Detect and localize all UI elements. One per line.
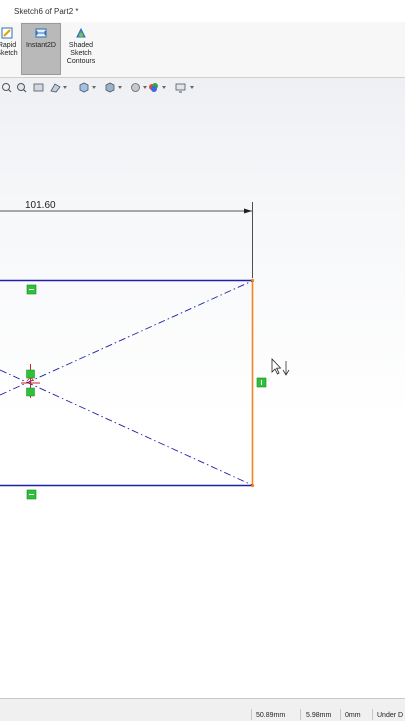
- previous-view-icon[interactable]: [33, 82, 44, 93]
- status-x-coordinate: 50.89mm: [256, 712, 286, 719]
- rapid-sketch-icon: [1, 27, 13, 39]
- shaded-contours-label-1: Shaded: [68, 42, 94, 49]
- status-separator: [372, 709, 373, 720]
- display-style-dropdown-icon[interactable]: [118, 86, 122, 89]
- rapid-sketch-button[interactable]: Rapid Sketch: [0, 24, 20, 74]
- graphics-area[interactable]: 101.60: [0, 78, 405, 698]
- hide-show-items-icon[interactable]: [130, 82, 141, 93]
- sketch-definition-status[interactable]: Under D: [377, 712, 403, 719]
- view-settings-icon[interactable]: [175, 82, 186, 93]
- view-orientation-icon[interactable]: [78, 82, 89, 93]
- status-separator: [300, 709, 301, 720]
- horizontal-relation-bottom-icon[interactable]: [26, 489, 37, 500]
- section-view-icon[interactable]: [50, 82, 61, 93]
- status-separator: [340, 709, 341, 720]
- view-orientation-dropdown-icon[interactable]: [92, 86, 96, 89]
- heads-up-view-toolbar: [0, 80, 220, 96]
- zoom-to-fit-icon[interactable]: [1, 82, 12, 93]
- instant2d-button[interactable]: Instant2D: [21, 23, 61, 75]
- construction-diagonal-down[interactable]: [0, 369, 253, 486]
- status-bar: 50.89mm 5.98mm 0mm Under D: [0, 698, 405, 721]
- construction-diagonal-up[interactable]: [0, 280, 253, 396]
- title-bar: Sketch6 of Part2 *: [0, 0, 405, 23]
- mouse-pointer-icon: [271, 357, 290, 376]
- section-view-dropdown-icon[interactable]: [63, 86, 67, 89]
- shaded-sketch-contours-button[interactable]: Shaded Sketch Contours: [62, 24, 100, 74]
- dimension-arrow: [244, 208, 252, 214]
- view-settings-dropdown-icon[interactable]: [190, 86, 194, 89]
- status-separator: [251, 709, 252, 720]
- sketch-origin-icon[interactable]: [21, 364, 40, 398]
- status-y-coordinate: 5.98mm: [306, 712, 332, 719]
- instant2d-label: Instant2D: [26, 42, 56, 49]
- sketch-canvas[interactable]: 101.60: [0, 78, 405, 698]
- hide-show-dropdown-icon[interactable]: [143, 86, 147, 89]
- sketch-ribbon: Rapid Sketch Instant2D Shaded Sketch Con…: [0, 22, 405, 78]
- shaded-contours-icon: [76, 27, 86, 38]
- rapid-sketch-label-1: Rapid: [0, 42, 17, 49]
- edit-appearance-icon[interactable]: [148, 82, 159, 93]
- shaded-contours-label-3: Contours: [66, 58, 96, 65]
- shaded-contours-label-2: Sketch: [70, 50, 92, 57]
- status-z-coordinate: 0mm: [345, 712, 361, 719]
- zoom-to-area-icon[interactable]: [16, 82, 27, 93]
- horizontal-relation-top-icon[interactable]: [26, 284, 37, 295]
- display-style-icon[interactable]: [104, 82, 115, 93]
- instant2d-icon: [35, 28, 47, 38]
- rapid-sketch-label-2: Sketch: [0, 50, 18, 57]
- vertical-relation-icon[interactable]: [256, 377, 267, 388]
- dimension-value[interactable]: 101.60: [25, 200, 56, 211]
- window-title: Sketch6 of Part2 *: [14, 7, 79, 16]
- edit-appearance-dropdown-icon[interactable]: [162, 86, 166, 89]
